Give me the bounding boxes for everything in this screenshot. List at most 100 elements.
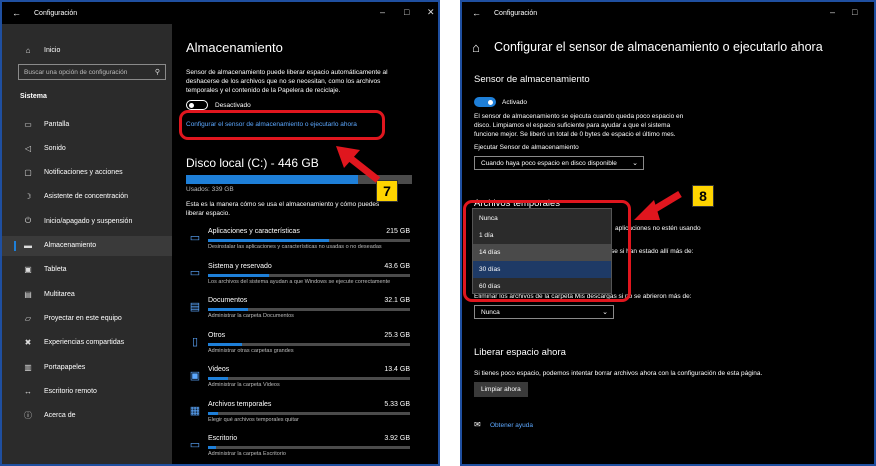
sidebar-item-asistente-de-concentraci-n[interactable]: ☽ Asistente de concentración <box>2 187 172 207</box>
storage-sense-toggle[interactable] <box>186 100 208 110</box>
clean-now-button[interactable]: Limpiar ahora <box>474 382 528 397</box>
sensor-description: El sensor de almacenamiento se ejecuta c… <box>474 113 684 138</box>
search-input[interactable]: Buscar una opción de configuración ⚲ <box>18 64 166 80</box>
sidebar-item-portapapeles[interactable]: ▥ Portapapeles <box>2 357 172 377</box>
sidebar-item-escritorio-remoto[interactable]: ↔ Escritorio remoto <box>2 381 172 401</box>
downloads-select[interactable]: Nunca ⌄ <box>474 305 614 319</box>
sidebar-item-pantalla[interactable]: ▭ Pantalla <box>2 114 172 134</box>
step-badge-8: 8 <box>692 185 714 207</box>
category-description: Los archivos del sistema ayudan a que Wi… <box>208 278 391 285</box>
storage-category-otros[interactable]: ▯ Otros 25.3 GB Administrar otras carpetas … <box>188 332 410 362</box>
monitor-icon: ▭ <box>24 119 32 129</box>
category-description: Administrar otras carpetas grandes <box>208 347 294 354</box>
info-icon: ⓘ <box>24 411 32 421</box>
storage-category-documentos[interactable]: ▤ Documentos 32.1 GB Administrar la carpeta… <box>188 297 410 327</box>
maximize-icon[interactable]: □ <box>852 7 857 17</box>
usage-description: Esta es la manera cómo se usa el almacen… <box>186 201 380 217</box>
category-size: 215 GB <box>386 228 410 235</box>
back-arrow-icon[interactable]: ← <box>472 8 481 18</box>
red-arrow-8 <box>634 190 682 220</box>
power-icon: ⏻ <box>24 216 32 226</box>
title-bar: ← Configuración – □ ✕ <box>2 2 438 24</box>
video-icon: ▣ <box>189 370 201 382</box>
sidebar-item-home[interactable]: ⌂ Inicio <box>2 40 172 60</box>
maximize-icon[interactable]: □ <box>404 7 409 17</box>
multitask-icon: ▤ <box>24 289 32 299</box>
free-space-heading: Liberar espacio ahora <box>474 347 566 358</box>
storage-category-escritorio[interactable]: ▭ Escritorio 3.92 GB Administrar la carpeta… <box>188 435 410 464</box>
window-title: Configuración <box>494 10 538 17</box>
minimize-icon[interactable]: – <box>380 7 385 17</box>
category-name: Archivos temporales <box>208 400 272 408</box>
storage-icon: ▬ <box>24 241 32 250</box>
sidebar: ⌂ Inicio Buscar una opción de configurac… <box>2 24 172 464</box>
sidebar-item-multitarea[interactable]: ▤ Multitarea <box>2 284 172 304</box>
help-icon: ✉ <box>474 420 481 429</box>
other-icon: ▯ <box>191 335 199 348</box>
trash-icon: ▦ <box>189 404 201 417</box>
speaker-icon: ◁ <box>24 143 32 153</box>
category-usage-bar <box>208 239 410 242</box>
window-title: Configuración <box>34 10 78 17</box>
sidebar-item-acerca-de[interactable]: ⓘ Acerca de <box>2 406 172 426</box>
category-size: 3.92 GB <box>384 435 410 442</box>
storage-category-aplicaciones-y-caracter-sticas[interactable]: ▭ Aplicaciones y características 215 GB Des… <box>188 228 410 258</box>
home-icon: ⌂ <box>25 45 31 55</box>
remote-icon: ↔ <box>24 386 32 396</box>
sidebar-item-tableta[interactable]: ▣ Tableta <box>2 260 172 280</box>
back-arrow-icon[interactable]: ← <box>12 8 21 18</box>
apps-icon: ▭ <box>189 232 201 244</box>
storage-sense-toggle[interactable] <box>474 97 496 107</box>
run-sensor-label: Ejecutar Sensor de almacenamiento <box>474 144 579 151</box>
sidebar-item-almacenamiento[interactable]: ▬ Almacenamiento <box>2 235 172 256</box>
category-description: Desinstalar las aplicaciones y caracterí… <box>208 244 382 250</box>
home-icon[interactable]: ⌂ <box>472 40 480 55</box>
category-size: 13.4 GB <box>384 366 410 373</box>
category-size: 25.3 GB <box>384 331 410 339</box>
sidebar-item-experiencias-compartidas[interactable]: ✖ Experiencias compartidas <box>2 333 172 353</box>
category-description: Administrar la carpeta Documentos <box>208 313 294 319</box>
category-usage-bar <box>208 308 410 311</box>
system-icon: ▭ <box>189 266 201 279</box>
storage-category-archivos-temporales[interactable]: ▦ Archivos temporales 5.33 GB Elegir qué ar… <box>188 401 410 431</box>
category-usage-fill <box>208 342 243 346</box>
disk-used-label: Usados: 339 GB <box>186 186 234 193</box>
tablet-icon: ▣ <box>24 265 32 275</box>
moon-icon: ☽ <box>24 192 32 202</box>
category-usage-bar <box>208 273 410 277</box>
category-usage-fill <box>208 411 219 415</box>
category-usage-fill <box>208 308 249 311</box>
category-name: Sistema y reservado <box>208 262 272 270</box>
clipboard-icon: ▥ <box>24 362 32 372</box>
shared-icon: ✖ <box>24 338 32 348</box>
notification-icon: ▢ <box>24 168 32 178</box>
category-name: Videos <box>208 366 230 373</box>
category-usage-fill <box>208 273 269 277</box>
storage-category-videos[interactable]: ▣ Videos 13.4 GB Administrar la carpeta Vid… <box>188 366 410 396</box>
project-icon: ▱ <box>24 313 32 323</box>
sidebar-item-notificaciones-y-acciones[interactable]: ▢ Notificaciones y acciones <box>2 163 172 183</box>
sidebar-item-sonido[interactable]: ◁ Sonido <box>2 138 172 158</box>
settings-window-storage: ← Configuración – □ ✕ ⌂ Inicio Buscar un… <box>0 0 440 466</box>
category-name: Escritorio <box>208 435 238 442</box>
title-bar: ← Configuración – □ <box>462 2 874 24</box>
close-icon[interactable]: ✕ <box>427 7 435 18</box>
storage-category-sistema-y-reservado[interactable]: ▭ Sistema y reservado 43.6 GB Los archivos … <box>188 263 410 293</box>
highlight-box-8 <box>463 200 631 302</box>
category-name: Aplicaciones y características <box>208 228 300 235</box>
chevron-down-icon: ⌄ <box>602 309 608 316</box>
get-help-link[interactable]: Obtener ayuda <box>490 421 533 430</box>
category-description: Administrar la carpeta Videos <box>208 382 280 388</box>
category-size: 32.1 GB <box>384 297 410 304</box>
category-size: 43.6 GB <box>384 262 410 270</box>
run-sensor-select[interactable]: Cuando haya poco espacio en disco dispon… <box>474 156 644 170</box>
sidebar-item-inicio-apagado-y-suspensi-n[interactable]: ⏻ Inicio/apagado y suspensión <box>2 211 172 231</box>
minimize-icon[interactable]: – <box>830 7 835 17</box>
category-usage-bar <box>208 342 410 346</box>
category-usage-bar <box>208 411 410 415</box>
sidebar-section-title: Sistema <box>20 92 47 100</box>
toggle-state-label: Desactivado <box>215 102 251 109</box>
category-name: Otros <box>208 331 226 339</box>
sidebar-item-proyectar-en-este-equipo[interactable]: ▱ Proyectar en este equipo <box>2 308 172 328</box>
page-title: Almacenamiento <box>186 40 283 55</box>
